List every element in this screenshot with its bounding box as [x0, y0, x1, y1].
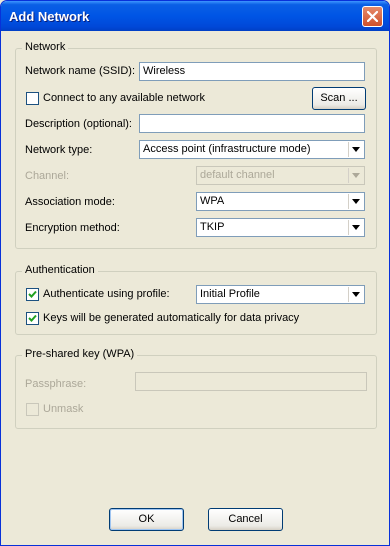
cancel-button[interactable]: Cancel — [208, 508, 283, 531]
auth-profile-label: Authenticate using profile: — [43, 288, 170, 300]
checkmark-icon — [28, 290, 37, 298]
close-button[interactable] — [362, 6, 383, 27]
chevron-down-icon — [352, 147, 360, 152]
ssid-label: Network name (SSID): — [25, 65, 136, 77]
network-type-value: Access point (infrastructure mode) — [143, 143, 311, 155]
channel-value: default channel — [200, 169, 275, 181]
chevron-down-icon — [352, 199, 360, 204]
encryption-value: TKIP — [200, 221, 225, 233]
connect-any-checkbox[interactable] — [26, 92, 39, 105]
network-type-select[interactable]: Access point (infrastructure mode) — [139, 140, 365, 159]
network-type-dropdown-button[interactable] — [348, 142, 363, 157]
keys-auto-label: Keys will be generated automatically for… — [43, 312, 300, 324]
encryption-dropdown-button[interactable] — [348, 220, 363, 235]
ok-button[interactable]: OK — [109, 508, 184, 531]
description-input[interactable] — [139, 114, 365, 133]
psk-group-title: Pre-shared key (WPA) — [22, 348, 138, 360]
association-label: Association mode: — [25, 196, 115, 208]
keys-auto-checkbox[interactable] — [26, 312, 39, 325]
scan-button[interactable]: Scan ... — [312, 87, 366, 110]
title-bar[interactable]: Add Network — [1, 1, 389, 31]
auth-profile-checkbox[interactable] — [26, 288, 39, 301]
association-value: WPA — [200, 195, 225, 207]
association-dropdown-button[interactable] — [348, 194, 363, 209]
encryption-select[interactable]: TKIP — [196, 218, 365, 237]
network-group-title: Network — [22, 41, 69, 53]
psk-group: Pre-shared key (WPA) — [15, 348, 377, 429]
unmask-checkbox — [26, 403, 39, 416]
channel-label: Channel: — [25, 170, 70, 182]
close-icon — [367, 11, 378, 22]
profile-dropdown-button[interactable] — [348, 287, 363, 302]
chevron-down-icon — [352, 225, 360, 230]
network-type-label: Network type: — [25, 144, 93, 156]
add-network-dialog: Add Network Network Network name (SSID):… — [0, 0, 390, 546]
profile-value: Initial Profile — [200, 288, 260, 300]
passphrase-input — [135, 372, 367, 391]
channel-select: default channel — [196, 166, 365, 185]
chevron-down-icon — [352, 292, 360, 297]
authentication-group-title: Authentication — [22, 264, 98, 276]
description-label: Description (optional): — [25, 118, 132, 130]
channel-dropdown-button — [348, 168, 363, 183]
unmask-label: Unmask — [43, 403, 84, 415]
ssid-input[interactable]: Wireless — [139, 62, 365, 81]
association-select[interactable]: WPA — [196, 192, 365, 211]
checkmark-icon — [28, 314, 37, 322]
passphrase-label: Passphrase: — [25, 378, 87, 390]
encryption-label: Encryption method: — [25, 222, 120, 234]
chevron-down-icon — [352, 173, 360, 178]
connect-any-label: Connect to any available network — [43, 92, 206, 104]
window-title: Add Network — [9, 9, 90, 24]
profile-select[interactable]: Initial Profile — [196, 285, 365, 304]
